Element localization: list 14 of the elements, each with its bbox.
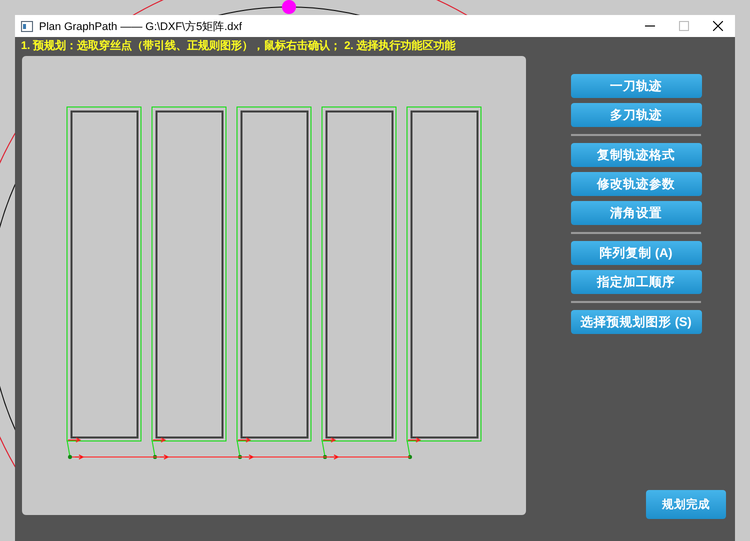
close-icon — [713, 21, 723, 31]
function-button[interactable]: 复制轨迹格式 — [570, 143, 702, 167]
function-button[interactable]: 阵列复制 (A) — [570, 241, 702, 265]
function-button[interactable]: 指定加工顺序 — [570, 270, 702, 294]
function-button[interactable]: 选择预规划图形 (S) — [570, 310, 702, 334]
function-button[interactable]: 多刀轨迹 — [570, 103, 702, 127]
maximize-icon — [679, 21, 689, 31]
function-button[interactable]: 一刀轨迹 — [570, 74, 702, 98]
function-button[interactable]: 清角设置 — [570, 201, 702, 225]
instruction-text: 1. 预规划：选取穿丝点（带引线、正规则图形），鼠标右击确认； 2. 选择执行功能区功能 — [20, 38, 457, 54]
window-title: Plan GraphPath —— G:\DXF\方5矩阵.dxf — [39, 20, 242, 34]
app-icon — [21, 20, 33, 32]
finish-button[interactable]: 规划完成 — [646, 490, 726, 519]
function-button[interactable]: 修改轨迹参数 — [570, 172, 702, 196]
